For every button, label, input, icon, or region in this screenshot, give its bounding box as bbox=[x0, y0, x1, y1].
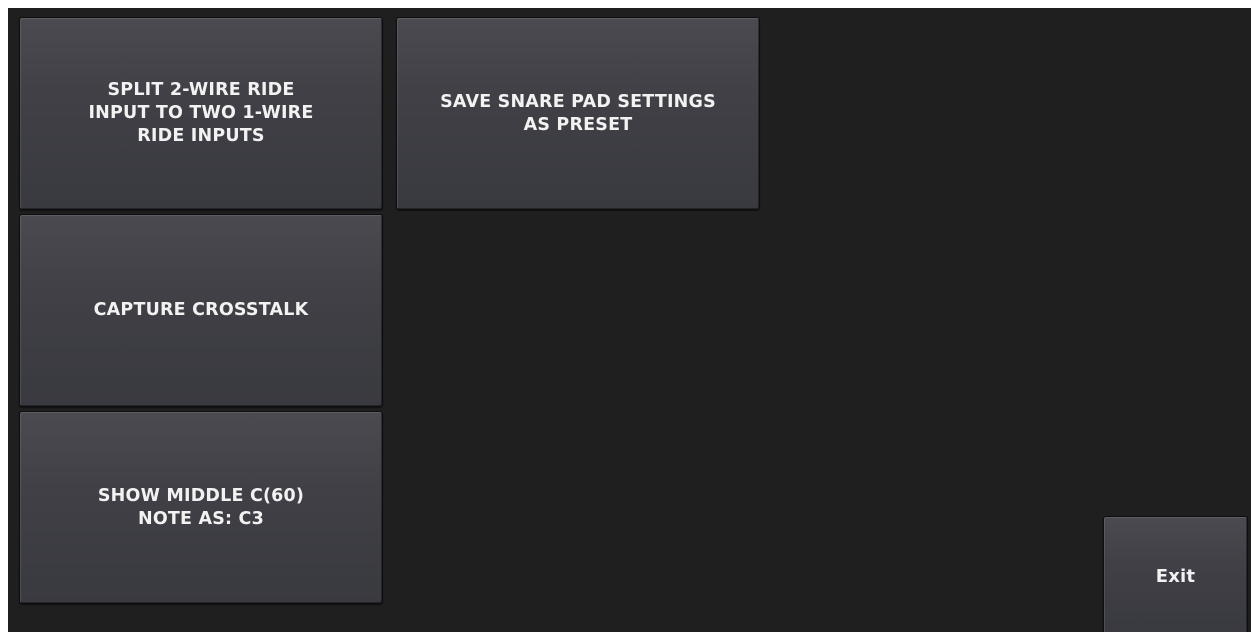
capture-crosstalk-button[interactable]: CAPTURE CROSSTALK bbox=[19, 214, 383, 407]
middle-c-note-button[interactable]: SHOW MIDDLE C(60) NOTE AS: C3 bbox=[19, 411, 383, 604]
save-snare-preset-button[interactable]: SAVE SNARE PAD SETTINGS AS PRESET bbox=[396, 17, 760, 210]
utility-screen: SPLIT 2-WIRE RIDE INPUT TO TWO 1-WIRE RI… bbox=[8, 8, 1251, 632]
exit-button[interactable]: Exit bbox=[1103, 516, 1248, 632]
split-ride-input-button[interactable]: SPLIT 2-WIRE RIDE INPUT TO TWO 1-WIRE RI… bbox=[19, 17, 383, 210]
